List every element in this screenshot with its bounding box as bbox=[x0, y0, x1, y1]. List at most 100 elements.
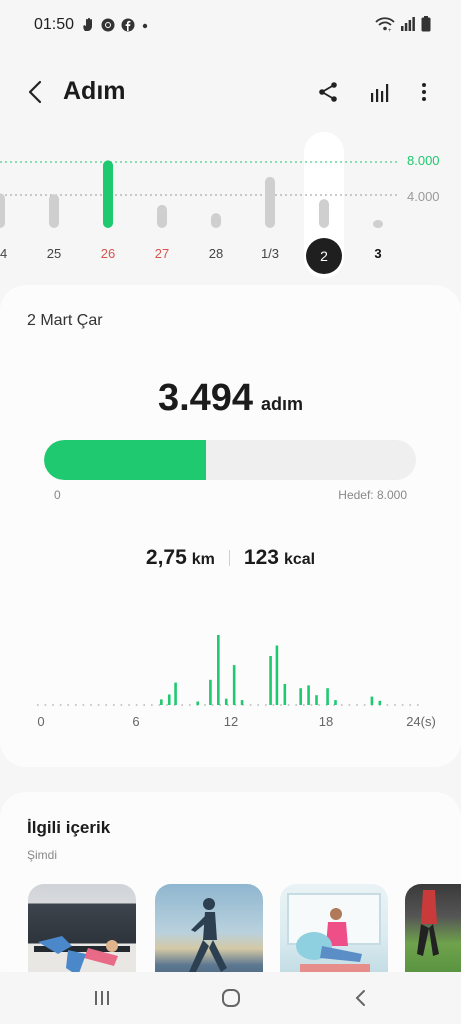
distance-unit: km bbox=[191, 551, 215, 568]
baseline-dot bbox=[67, 704, 69, 706]
weekly-bars bbox=[0, 160, 398, 228]
svg-text:+: + bbox=[388, 28, 392, 32]
baseline-dot bbox=[409, 704, 411, 706]
hour-bar bbox=[160, 699, 163, 705]
home-button[interactable] bbox=[218, 986, 244, 1010]
baseline-dot bbox=[272, 704, 275, 706]
hand-icon bbox=[82, 17, 95, 36]
hour-bar bbox=[315, 695, 318, 705]
hour-bar bbox=[370, 696, 374, 705]
hour-tick-label: 24(s) bbox=[406, 714, 436, 729]
share-button[interactable] bbox=[314, 78, 342, 106]
selected-date: 2 Mart Çar bbox=[27, 312, 103, 329]
baseline-dot bbox=[128, 704, 130, 706]
app-header: Adım bbox=[0, 62, 461, 122]
recents-icon bbox=[95, 991, 109, 1005]
baseline-dot bbox=[417, 704, 419, 706]
chrome-icon bbox=[101, 18, 115, 36]
system-back-button[interactable] bbox=[348, 986, 374, 1010]
step-count-value: 3.494 bbox=[157, 377, 254, 419]
hour-bar bbox=[232, 665, 236, 705]
day-label-selected[interactable]: 2 bbox=[306, 238, 342, 274]
goal-line-label: 8.000 bbox=[407, 153, 440, 168]
step-count-unit: adım bbox=[261, 394, 304, 414]
more-options-button[interactable] bbox=[410, 78, 438, 106]
day-label-26[interactable]: 26 bbox=[88, 246, 128, 261]
baseline-dot bbox=[401, 704, 404, 706]
signal-icon bbox=[401, 17, 415, 36]
baseline-dot bbox=[204, 704, 206, 706]
status-bar: 01:50 + bbox=[0, 0, 461, 52]
status-time: 01:50 bbox=[34, 16, 75, 33]
day-bar-24[interactable] bbox=[0, 193, 5, 228]
progress-min-label: 0 bbox=[54, 488, 61, 502]
hour-bar bbox=[240, 700, 244, 705]
hourly-bars: 0 6 12 18 24(s) bbox=[37, 635, 436, 729]
baseline-dot bbox=[105, 704, 107, 706]
related-title: İlgili içerik bbox=[27, 818, 111, 837]
mid-line-label: 4.000 bbox=[407, 189, 440, 204]
goal-progress-bar bbox=[44, 440, 416, 480]
hour-bar bbox=[167, 694, 171, 705]
baseline-dot bbox=[52, 704, 54, 706]
hour-bar bbox=[275, 645, 279, 705]
calories-value: 123 bbox=[243, 546, 279, 569]
hour-bar bbox=[283, 684, 287, 705]
hour-bar bbox=[174, 682, 177, 705]
day-bar-27[interactable] bbox=[157, 204, 167, 228]
hourly-step-chart: 0 6 12 18 24(s) bbox=[0, 615, 461, 735]
baseline-dot bbox=[82, 704, 85, 706]
baseline-dot bbox=[295, 704, 297, 706]
day-bar-1-3[interactable] bbox=[265, 176, 275, 228]
day-label-1-3[interactable]: 1/3 bbox=[250, 246, 290, 261]
calories-unit: kcal bbox=[283, 551, 316, 568]
home-icon bbox=[222, 989, 240, 1007]
battery-icon bbox=[421, 16, 431, 37]
day-label-3[interactable]: 3 bbox=[358, 246, 398, 261]
baseline-dot bbox=[265, 704, 267, 706]
baseline-dot bbox=[113, 704, 115, 706]
dot-icon bbox=[141, 18, 149, 36]
baseline-dot bbox=[135, 704, 138, 706]
baseline-dot bbox=[37, 704, 39, 706]
day-bar-3[interactable] bbox=[373, 220, 383, 228]
day-bar-2[interactable] bbox=[319, 199, 329, 228]
baseline-dot bbox=[143, 704, 145, 706]
hour-tick-label: 6 bbox=[132, 714, 139, 729]
recents-button[interactable] bbox=[89, 986, 115, 1010]
baseline-dot bbox=[257, 704, 259, 706]
bar-chart-icon bbox=[371, 84, 389, 102]
baseline-dot bbox=[120, 704, 123, 706]
baseline-dot bbox=[44, 704, 47, 706]
day-label-24[interactable]: 24 bbox=[0, 246, 20, 261]
hour-bar bbox=[307, 685, 310, 705]
trends-button[interactable] bbox=[366, 78, 394, 106]
more-vert-icon bbox=[422, 83, 426, 101]
day-label-27[interactable]: 27 bbox=[142, 246, 182, 261]
page-title: Adım bbox=[63, 77, 126, 105]
hour-bar bbox=[334, 700, 337, 705]
baseline-dot bbox=[90, 704, 92, 706]
baseline-dot bbox=[318, 704, 320, 706]
hour-bar bbox=[209, 679, 212, 705]
baseline-dot bbox=[249, 704, 252, 706]
activity-metrics: 2,75 km 123 kcal bbox=[0, 546, 461, 570]
day-bar-28[interactable] bbox=[211, 213, 221, 228]
day-bar-26[interactable] bbox=[103, 160, 113, 228]
day-label-25[interactable]: 25 bbox=[34, 246, 74, 261]
facebook-icon bbox=[121, 18, 135, 36]
goal-label: Hedef: 8.000 bbox=[338, 488, 407, 502]
goal-progress-fill bbox=[44, 440, 207, 480]
back-button[interactable] bbox=[22, 78, 50, 106]
baseline-dot bbox=[158, 704, 161, 706]
related-content-card: İlgili içerik Şimdi bbox=[0, 792, 461, 992]
share-icon bbox=[319, 82, 337, 102]
baseline-dot bbox=[394, 704, 396, 706]
hour-tick-label: 18 bbox=[319, 714, 333, 729]
hour-bar bbox=[269, 656, 272, 705]
day-label-28[interactable]: 28 bbox=[196, 246, 236, 261]
chevron-left-icon bbox=[28, 80, 42, 104]
baseline-dot bbox=[151, 704, 153, 706]
day-bar-25[interactable] bbox=[49, 194, 59, 228]
baseline-dot bbox=[59, 704, 62, 706]
